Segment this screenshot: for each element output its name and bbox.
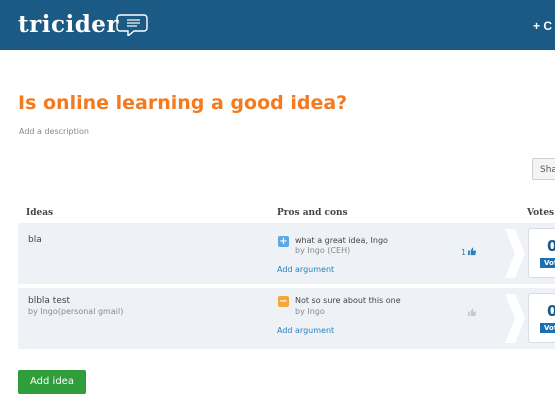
vote-box[interactable]: 0 Vote	[528, 293, 555, 343]
thumbs-up-icon[interactable]	[468, 247, 477, 256]
idea-author: by Ingo(personal gmail)	[28, 307, 124, 316]
idea-title[interactable]: bla	[28, 235, 42, 245]
add-idea-button[interactable]: Add idea	[18, 370, 86, 394]
question-title[interactable]: Is online learning a good idea?	[18, 92, 347, 114]
share-button[interactable]: Shar	[532, 158, 555, 180]
pros-cons-column-header: Pros and cons	[277, 208, 348, 218]
argument-text[interactable]: what a great idea, Ingo	[295, 236, 388, 245]
like-count: 1	[461, 248, 467, 257]
add-argument-link[interactable]: Add argument	[277, 326, 334, 335]
argument-author: by Ingo	[295, 307, 325, 316]
vote-button[interactable]: Vote	[540, 258, 555, 268]
speech-bubble-icon	[116, 14, 148, 36]
vote-arrow-icon	[505, 229, 525, 278]
vote-count: 0	[547, 302, 555, 320]
thumbs-up-icon[interactable]	[468, 308, 477, 317]
vote-box[interactable]: 0 Vote	[528, 228, 555, 278]
argument-text[interactable]: Not so sure about this one	[295, 296, 401, 305]
idea-title[interactable]: blbla test	[28, 296, 70, 306]
argument-author: by Ingo (CEH)	[295, 246, 351, 255]
add-argument-link[interactable]: Add argument	[277, 265, 334, 274]
ideas-column-header: Ideas	[26, 208, 54, 218]
idea-row: bla + what a great idea, Ingo by Ingo (C…	[18, 223, 555, 284]
tricider-logo[interactable]: tricider	[18, 11, 119, 38]
top-bar: tricider + C	[0, 0, 555, 50]
vote-button[interactable]: Vote	[540, 323, 555, 333]
pro-icon: +	[278, 236, 289, 247]
con-icon: −	[278, 296, 289, 307]
create-question-link[interactable]: + C	[533, 19, 552, 33]
vote-count: 0	[547, 237, 555, 255]
idea-row: blbla test by Ingo(personal gmail) − Not…	[18, 288, 555, 349]
vote-arrow-icon	[505, 294, 525, 343]
description-placeholder[interactable]: Add a description	[19, 127, 89, 136]
votes-column-header: Votes	[527, 208, 555, 218]
